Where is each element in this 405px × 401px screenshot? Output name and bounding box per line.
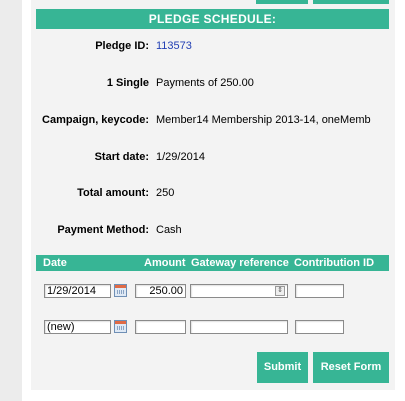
payment-method-row: Payment Method: Cash	[36, 224, 389, 240]
payments-label: 1 Single	[106, 77, 149, 89]
campaign-label: Campaign, keycode:	[42, 114, 149, 126]
top-tab-left	[256, 0, 308, 4]
spinner-icon[interactable]: ⇕	[275, 286, 285, 296]
calendar-icon[interactable]	[114, 284, 127, 297]
gateway-reference-input[interactable]	[190, 284, 288, 298]
column-header-amount: Amount	[144, 257, 186, 269]
payment-method-value: Cash	[156, 224, 182, 236]
column-header-gateway: Gateway reference	[191, 257, 289, 269]
new-contribution-id-input[interactable]	[295, 320, 344, 334]
campaign-value: Member14 Membership 2013-14, oneMemb	[156, 114, 371, 126]
start-date-row: Start date: 1/29/2014	[36, 151, 389, 167]
reset-form-button[interactable]: Reset Form	[313, 352, 389, 383]
schedule-table-header: Date Amount Gateway reference Contributi…	[36, 255, 389, 271]
page-left-strip	[0, 0, 22, 401]
calendar-icon[interactable]	[114, 320, 127, 333]
total-amount-row: Total amount: 250	[36, 187, 389, 203]
new-gateway-reference-input[interactable]	[190, 320, 288, 334]
new-amount-input[interactable]	[135, 320, 186, 334]
column-header-contribution-id: Contribution ID	[294, 257, 375, 269]
column-header-date: Date	[43, 257, 67, 269]
pledge-id-link[interactable]: 113573	[156, 40, 192, 52]
top-tab-right	[313, 0, 389, 4]
start-date-label: Start date:	[94, 151, 149, 163]
payment-method-label: Payment Method:	[57, 224, 149, 236]
campaign-row: Campaign, keycode: Member14 Membership 2…	[36, 114, 389, 130]
start-date-value: 1/29/2014	[156, 151, 205, 163]
total-amount-value: 250	[156, 187, 175, 199]
payments-value: Payments of 250.00	[156, 77, 254, 89]
new-date-input[interactable]: (new)	[44, 320, 111, 334]
submit-button[interactable]: Submit	[257, 352, 308, 383]
pledge-id-row: Pledge ID: 113573	[36, 40, 389, 56]
total-amount-label: Total amount:	[77, 187, 149, 199]
contribution-id-input[interactable]	[295, 284, 344, 298]
section-title: PLEDGE SCHEDULE:	[36, 9, 389, 29]
schedule-date-input[interactable]: 1/29/2014	[44, 284, 111, 298]
payments-row: 1 Single Payments of 250.00	[36, 77, 389, 93]
schedule-amount-input[interactable]: 250.00	[135, 284, 186, 298]
pledge-id-label: Pledge ID:	[95, 40, 149, 52]
